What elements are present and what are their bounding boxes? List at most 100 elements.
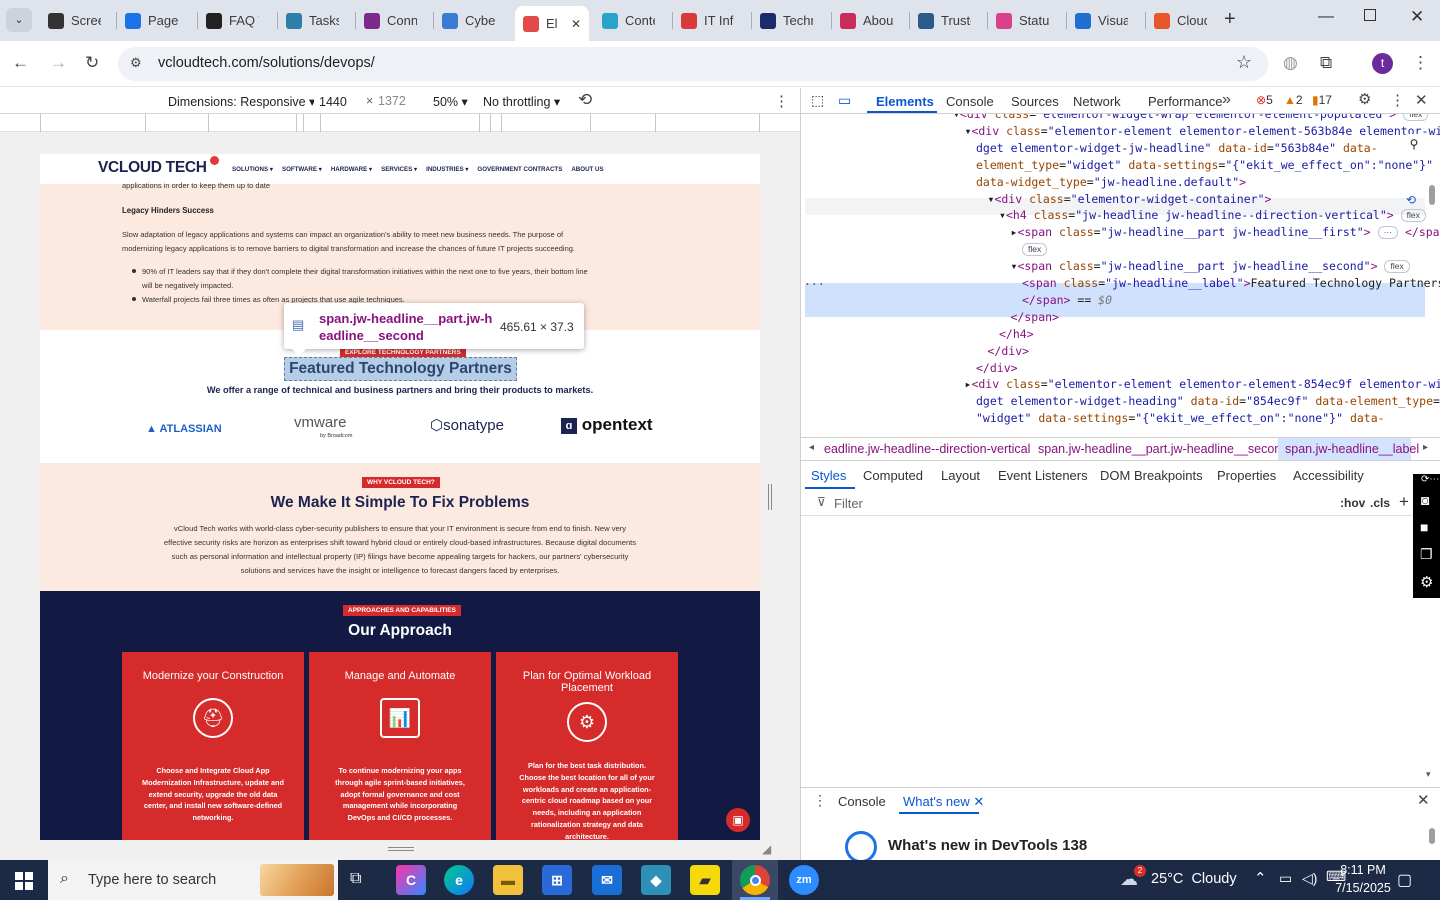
site-info-icon[interactable]: ⚙ <box>130 55 142 71</box>
site-nav-item[interactable]: ABOUT US <box>571 166 603 173</box>
styles-subtab[interactable]: DOM Breakpoints <box>1100 468 1203 483</box>
site-nav-item[interactable]: HARDWARE ▾ <box>331 166 372 173</box>
styles-filter-input[interactable]: Filter <box>834 496 1329 512</box>
styles-subtab[interactable]: Accessibility <box>1293 468 1364 483</box>
clock-date[interactable]: 7/15/2025 <box>1328 881 1398 895</box>
side-gear-icon[interactable]: ⚙ <box>1420 573 1433 591</box>
store-icon[interactable]: ⊞ <box>542 865 572 895</box>
notifications-icon[interactable]: ▢ <box>1397 870 1412 890</box>
bookmark-star-icon[interactable]: ☆ <box>1236 52 1252 73</box>
approach-card[interactable]: Manage and Automate 📊 To continue moderniz… <box>309 652 491 840</box>
dom-node-line[interactable]: <span class="jw-headline__label">Feature… <box>1022 275 1440 292</box>
width-input[interactable]: 1440 <box>314 91 362 111</box>
breadcrumb-right-arrow[interactable]: ▸ <box>1423 442 1428 453</box>
dom-node-line[interactable]: ▾<div class="elementor-widget-wrap eleme… <box>953 114 1429 123</box>
issues-badge[interactable]: ▮17 <box>1312 93 1332 107</box>
maximize-icon[interactable] <box>1364 9 1376 21</box>
reload-icon[interactable]: ↻ <box>85 53 99 73</box>
browser-tab[interactable]: Techn <box>752 6 828 35</box>
accessibility-tree-icon[interactable]: ⚲ <box>1404 134 1424 154</box>
translate-icon[interactable]: ◍ <box>1283 53 1298 73</box>
breadcrumb-item[interactable]: span.jw-headline__label <box>1285 442 1419 456</box>
browser-tab[interactable]: Status <box>988 6 1064 35</box>
window-icon[interactable]: ❐ <box>1420 546 1433 563</box>
devtools-tab-performance[interactable]: Performance <box>1148 94 1222 109</box>
node-screenshot-icon[interactable]: ⟲ <box>1406 192 1416 209</box>
sticky-notes-icon[interactable]: ▰ <box>690 865 720 895</box>
inspect-element-icon[interactable]: ⬚ <box>811 92 824 109</box>
approach-card[interactable]: Modernize your Construction ⛑ Choose and I… <box>122 652 304 840</box>
dom-node-line[interactable]: </h4> <box>999 326 1034 343</box>
weather-text[interactable]: 25°C Cloudy <box>1151 871 1237 887</box>
file-explorer-icon[interactable]: ▬ <box>493 865 523 895</box>
styles-scroll-down[interactable]: ▾ <box>1426 769 1431 780</box>
browser-tab[interactable]: IT Infr <box>673 6 749 35</box>
camera-icon[interactable]: ◙ <box>1421 492 1429 508</box>
close-devtools-icon[interactable]: ✕ <box>1415 91 1428 109</box>
dom-node-line[interactable]: flex <box>1022 241 1048 258</box>
devtools-tab-sources[interactable]: Sources <box>1011 94 1059 109</box>
drawer-tab-console[interactable]: Console <box>838 794 886 809</box>
copilot-icon[interactable]: C <box>396 865 426 895</box>
dom-node-line[interactable]: </span> == $0 <box>1022 292 1112 309</box>
devtools-tab-elements[interactable]: Elements <box>876 94 934 109</box>
chat-widget-button[interactable]: ▣ <box>726 808 750 832</box>
cls-toggle[interactable]: .cls <box>1370 496 1390 510</box>
zoom-icon[interactable]: zm <box>789 865 819 895</box>
tray-chevron-icon[interactable]: ⌃ <box>1254 869 1267 887</box>
browser-tab[interactable]: Conn <box>356 6 432 35</box>
dom-node-line[interactable]: ▾<h4 class="jw-headline jw-headline--dir… <box>999 207 1426 224</box>
video-icon[interactable]: ■ <box>1420 519 1428 535</box>
minimize-icon[interactable]: — <box>1318 8 1334 26</box>
browser-tab[interactable]: Cloud <box>1146 6 1222 35</box>
hov-toggle[interactable]: :hov <box>1340 496 1365 510</box>
edge-icon[interactable]: e <box>444 865 474 895</box>
dom-node-line[interactable]: </span> <box>1011 309 1059 326</box>
browser-tab[interactable]: Tasks <box>278 6 354 35</box>
chrome-icon[interactable] <box>740 865 770 895</box>
styles-subtab[interactable]: Event Listeners <box>998 468 1088 483</box>
drawer-tab-whats-new[interactable]: What's new ✕ <box>903 794 984 810</box>
dom-node-line[interactable]: ▸<div class="elementor-element elementor… <box>965 376 1440 393</box>
devtools-tab-network[interactable]: Network <box>1073 94 1121 109</box>
new-style-rule-icon[interactable]: + <box>1399 492 1409 512</box>
drawer-scrollbar[interactable] <box>1429 828 1435 844</box>
warnings-badge[interactable]: ▲2 <box>1284 93 1303 107</box>
styles-subtab[interactable]: Layout <box>941 468 980 483</box>
errors-badge[interactable]: ⊗5 <box>1256 93 1273 107</box>
devtools-tab-console[interactable]: Console <box>946 94 994 109</box>
dom-node-line[interactable]: dget elementor-widget-jw-headline" data-… <box>976 140 1378 157</box>
dom-node-line[interactable]: element_type="widget" data-settings="{"e… <box>976 157 1433 174</box>
browser-tab[interactable]: Screen <box>40 6 116 35</box>
close-window-icon[interactable]: ✕ <box>1410 7 1424 27</box>
browser-tab[interactable]: FAQ T <box>198 6 274 35</box>
close-drawer-icon[interactable]: ✕ <box>1417 791 1430 809</box>
site-nav-item[interactable]: SERVICES ▾ <box>381 166 417 173</box>
resize-corner-icon[interactable]: ◢ <box>762 842 771 856</box>
dom-node-line[interactable]: dget elementor-widget-heading" data-id="… <box>976 393 1440 410</box>
network-icon[interactable]: ▭ <box>1279 870 1292 887</box>
dom-node-line[interactable]: "widget" data-settings="{"ekit_we_effect… <box>976 410 1385 427</box>
dom-node-line[interactable]: data-widget_type="jw-headline.default"> <box>976 174 1246 191</box>
elements-tree[interactable]: ··· ▾<div class="elementor-widget-wrap e… <box>801 114 1440 437</box>
styles-subtab[interactable]: Properties <box>1217 468 1276 483</box>
rotate-icon[interactable]: ⟲ <box>578 90 592 110</box>
dom-node-line[interactable]: ▾<div class="elementor-widget-container"… <box>988 191 1272 208</box>
site-nav-item[interactable]: GOVERNMENT CONTRACTS <box>477 166 562 173</box>
dom-node-line[interactable]: ▾<div class="elementor-element elementor… <box>965 123 1440 140</box>
approach-card[interactable]: Plan for Optimal Workload Placement ⚙ Plan… <box>496 652 678 840</box>
dom-node-line[interactable]: ▸<span class="jw-headline__part jw-headl… <box>1011 224 1440 241</box>
site-nav-item[interactable]: SOLUTIONS ▾ <box>232 166 273 173</box>
back-icon[interactable]: ← <box>12 53 29 73</box>
clock-time[interactable]: 8:11 PM <box>1333 863 1393 877</box>
drawer-menu-icon[interactable]: ⋮ <box>813 792 827 809</box>
site-nav-item[interactable]: SOFTWARE ▾ <box>282 166 322 173</box>
device-toggle-icon[interactable]: ▭ <box>838 92 851 109</box>
dom-node-line[interactable]: </div> <box>988 343 1030 360</box>
start-icon[interactable] <box>15 872 33 890</box>
browser-menu-icon[interactable]: ⋮ <box>1412 53 1429 73</box>
zoom-select[interactable]: 50% ▾ <box>433 94 468 109</box>
extensions-icon[interactable]: ⧉ <box>1320 53 1332 73</box>
devtools-menu-icon[interactable]: ⋮ <box>1390 91 1405 109</box>
browser-tab[interactable]: El ✕ <box>515 6 589 41</box>
